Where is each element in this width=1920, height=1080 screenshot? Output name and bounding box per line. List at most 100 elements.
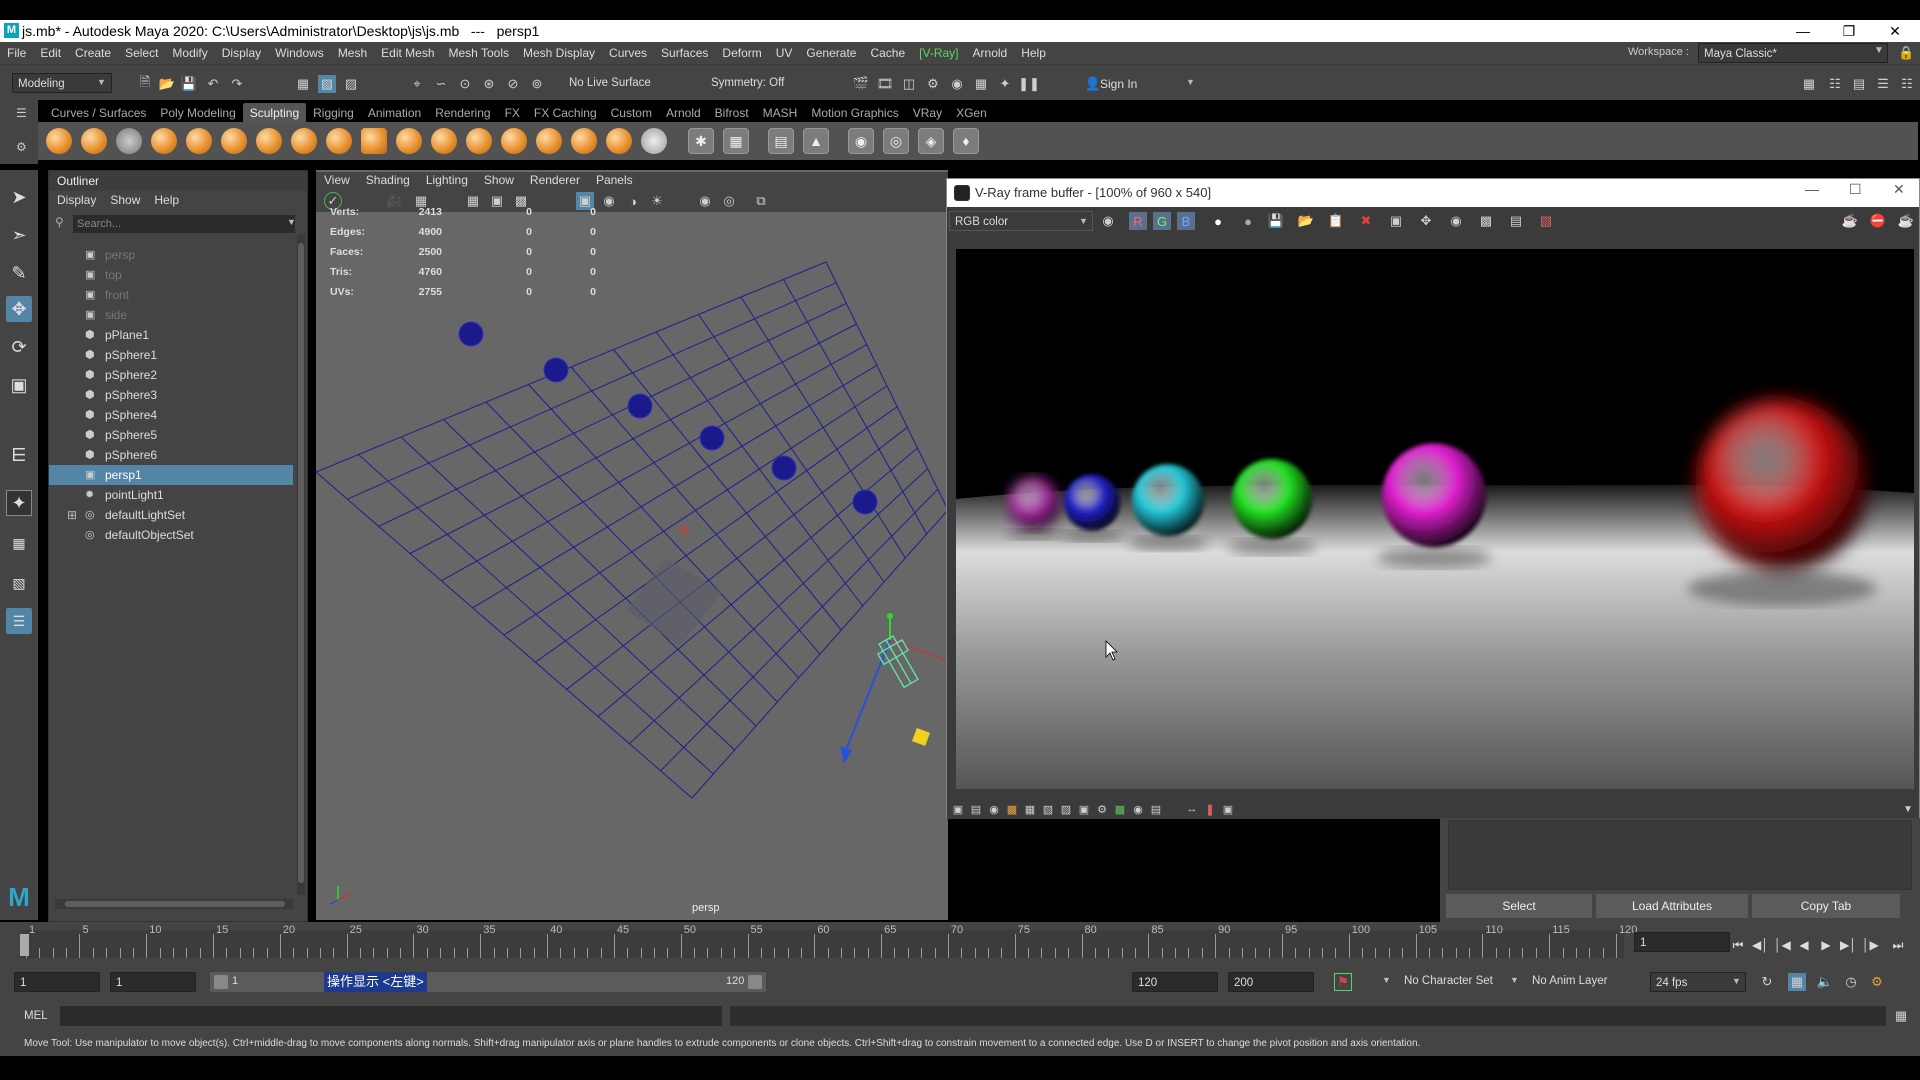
- outliner-menu-help[interactable]: Help: [154, 191, 179, 209]
- menu-select[interactable]: Select: [118, 46, 165, 60]
- mono-icon[interactable]: ●: [1239, 212, 1257, 230]
- grab-tool-icon[interactable]: [151, 128, 177, 154]
- select-hierarchy-icon[interactable]: ▦: [294, 75, 312, 93]
- viewport-menu-panels[interactable]: Panels: [588, 172, 641, 190]
- gear-icon[interactable]: ⚙: [16, 140, 27, 154]
- menu-modify[interactable]: Modify: [165, 46, 214, 60]
- outliner-layout-icon[interactable]: ☰: [6, 608, 32, 634]
- flatten-tool-icon[interactable]: [221, 128, 247, 154]
- command-input[interactable]: [60, 1006, 722, 1026]
- render-frame-icon[interactable]: 🎬: [852, 75, 870, 93]
- new-scene-icon[interactable]: 🗎: [136, 74, 154, 93]
- shelf-tab[interactable]: FX: [498, 103, 527, 123]
- smear-tool-icon[interactable]: [536, 128, 562, 154]
- go-to-end-icon[interactable]: ⏭: [1890, 937, 1906, 953]
- stamp-icon[interactable]: ◈: [918, 128, 944, 154]
- channel-select[interactable]: RGB color: [949, 211, 1093, 231]
- menu-vray[interactable]: [V-Ray]: [912, 46, 965, 60]
- alpha-channel-icon[interactable]: ●: [1209, 212, 1227, 230]
- shelf-tab[interactable]: Poly Modeling: [153, 103, 242, 123]
- pinch-tool-icon[interactable]: [186, 128, 212, 154]
- shelf-tab[interactable]: VRay: [906, 103, 949, 123]
- lights-icon[interactable]: ☀: [648, 192, 666, 210]
- vfb-tool-icon[interactable]: ◉: [1129, 800, 1147, 818]
- pause-icon[interactable]: ❚❚: [1018, 75, 1040, 93]
- region-render-icon[interactable]: ▣: [1387, 212, 1405, 230]
- two-pane-icon[interactable]: ▧: [6, 570, 32, 596]
- scrape-tool-icon[interactable]: [431, 128, 457, 154]
- viewport-menu-renderer[interactable]: Renderer: [522, 172, 588, 190]
- redo-icon[interactable]: ↷: [228, 75, 246, 93]
- pose-tool-icon[interactable]: ▲: [803, 128, 829, 154]
- isolate-select-icon[interactable]: ⧉: [752, 192, 770, 210]
- sign-in-button[interactable]: Sign In: [1100, 77, 1137, 91]
- render-view-icon[interactable]: ◫: [900, 75, 918, 93]
- outliner-item[interactable]: ◎ defaultObjectSet: [49, 525, 293, 545]
- outliner-item[interactable]: ▣ front: [49, 285, 293, 305]
- vfb-tool-icon[interactable]: ◉: [985, 800, 1003, 818]
- color-corrections-icon[interactable]: ◉: [1099, 212, 1117, 230]
- vfb-tool-icon[interactable]: ▤: [1147, 800, 1165, 818]
- menu-help[interactable]: Help: [1014, 46, 1053, 60]
- snap-surface-icon[interactable]: ⊘: [504, 75, 522, 93]
- snap-view-icon[interactable]: ⊛: [480, 75, 498, 93]
- viewport-menu-lighting[interactable]: Lighting: [418, 172, 476, 190]
- blue-channel-button[interactable]: B: [1177, 212, 1195, 230]
- lock-icon[interactable]: 🔒: [1898, 45, 1914, 61]
- step-back-key-icon[interactable]: ◀│: [1752, 937, 1769, 953]
- layer-icon[interactable]: ♦: [953, 128, 979, 154]
- menu-cache[interactable]: Cache: [863, 46, 912, 60]
- menu-display[interactable]: Display: [215, 46, 268, 60]
- scale-tool-icon[interactable]: ▣: [6, 372, 32, 398]
- step-forward-key-icon[interactable]: │▶: [1862, 937, 1879, 953]
- outliner-item[interactable]: ▣ side: [49, 305, 293, 325]
- outliner-menu-show[interactable]: Show: [110, 191, 140, 209]
- menu-mesh[interactable]: Mesh: [331, 46, 374, 60]
- anim-layer-select[interactable]: No Anim Layer: [1532, 975, 1607, 987]
- vfb-tool-icon[interactable]: ▩: [1111, 800, 1129, 818]
- shelf-tab[interactable]: FX Caching: [527, 103, 604, 123]
- save-image-icon[interactable]: 💾: [1267, 212, 1285, 230]
- playback-end-field[interactable]: 120: [1132, 972, 1218, 992]
- vfb-tool-icon[interactable]: ▤: [967, 800, 985, 818]
- outliner-item[interactable]: ▣ persp1: [49, 465, 293, 485]
- snap-point-icon[interactable]: ⊙: [456, 75, 474, 93]
- falloff-icon[interactable]: ◎: [883, 128, 909, 154]
- save-scene-icon[interactable]: 💾: [180, 75, 198, 93]
- render-icon[interactable]: ☕: [1897, 212, 1915, 230]
- vfb-tool-icon[interactable]: ▣: [1219, 800, 1237, 818]
- repeat-tool-icon[interactable]: [326, 128, 352, 154]
- outliner-item[interactable]: ▣ top: [49, 265, 293, 285]
- bulge-tool-icon[interactable]: [571, 128, 597, 154]
- snap-live-icon[interactable]: ⊚: [528, 75, 546, 93]
- menu-mesh-tools[interactable]: Mesh Tools: [442, 46, 516, 60]
- track-mouse-icon[interactable]: ✥: [1417, 212, 1435, 230]
- stop-icon[interactable]: ⛔: [1869, 212, 1887, 230]
- channel-box-icon[interactable]: ☰: [1874, 75, 1892, 93]
- textured-icon[interactable]: ◑: [624, 192, 642, 210]
- time-slider[interactable]: 1 5 10 15 20 25 30 35 40 45 50 55 60 65 70 75 80 85 90 95 10…: [0, 922, 1920, 962]
- step-back-frame-icon[interactable]: │◀: [1774, 937, 1791, 953]
- menu-generate[interactable]: Generate: [799, 46, 863, 60]
- range-start-handle[interactable]: [214, 975, 228, 989]
- render-sequence-icon[interactable]: 🎞: [876, 75, 894, 93]
- outliner-item[interactable]: ▣ persp: [49, 245, 293, 265]
- clear-image-icon[interactable]: 📋: [1327, 212, 1345, 230]
- restore-button[interactable]: ❐: [1826, 20, 1872, 42]
- attribute-notes-area[interactable]: [1448, 820, 1912, 890]
- copy-tab-button[interactable]: Copy Tab: [1752, 894, 1900, 918]
- symmetry-field[interactable]: Symmetry: Off: [706, 73, 802, 93]
- vfb-tool-icon[interactable]: ▨: [1057, 800, 1075, 818]
- green-channel-button[interactable]: G: [1153, 212, 1171, 230]
- vfb-tool-icon[interactable]: ↔: [1183, 800, 1201, 818]
- load-attributes-button[interactable]: Load Attributes: [1596, 894, 1748, 918]
- render-settings-icon[interactable]: ⚙: [924, 75, 942, 93]
- select-button[interactable]: Select: [1446, 894, 1592, 918]
- menu-arnold[interactable]: Arnold: [966, 46, 1015, 60]
- sculpt-tool-icon[interactable]: [46, 128, 72, 154]
- shelf-tab[interactable]: MASH: [756, 103, 805, 123]
- isolate-icon[interactable]: ◎: [720, 192, 738, 210]
- viewport-menu-shading[interactable]: Shading: [358, 172, 418, 190]
- vfb-tool-icon[interactable]: ❚: [1201, 800, 1219, 818]
- live-surface-field[interactable]: No Live Surface: [564, 73, 668, 93]
